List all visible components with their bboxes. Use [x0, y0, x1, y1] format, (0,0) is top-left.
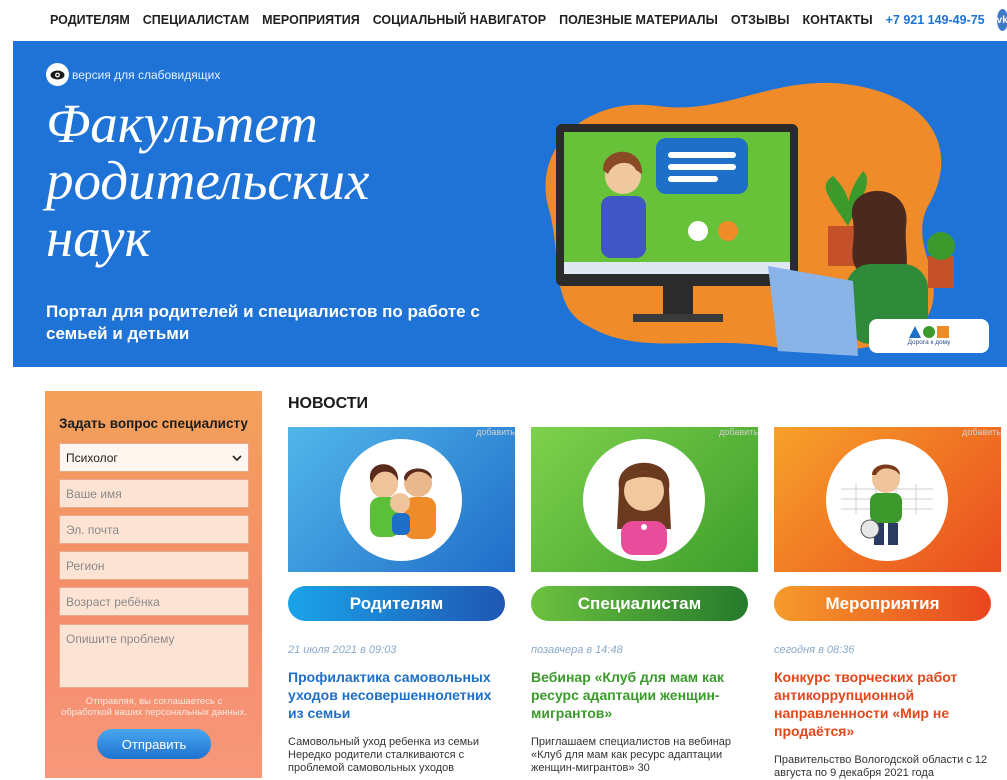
- specialist-select-value: Психолог: [66, 450, 118, 465]
- specialist-select[interactable]: Психолог: [59, 443, 249, 472]
- doroga-k-domu-badge[interactable]: Дорога к дому: [869, 319, 989, 353]
- chevron-down-icon: [232, 454, 242, 461]
- card-date: сегодня в 08:36: [774, 644, 855, 656]
- square-icon: [937, 326, 949, 338]
- nav-events[interactable]: МЕРОПРИЯТИЯ: [262, 13, 360, 27]
- problem-textarea[interactable]: Опишите проблему: [59, 624, 249, 688]
- email-input[interactable]: Эл. почта: [59, 515, 249, 544]
- eye-icon: [46, 63, 69, 86]
- card-excerpt: Правительство Вологодской области с 12 а…: [774, 754, 988, 779]
- nav-reviews[interactable]: ОТЗЫВЫ: [731, 13, 790, 27]
- hero-subtitle: Портал для родителей и специалистов по р…: [46, 302, 480, 343]
- card-image-specialists[interactable]: добавить: [531, 427, 758, 572]
- vk-icon[interactable]: vk: [996, 9, 1007, 31]
- consent-text: Отправляя, вы соглашаетесь с обработкой …: [60, 696, 248, 718]
- name-input[interactable]: Ваше имя: [59, 479, 249, 508]
- low-vision-label: версия для слабовидящих: [72, 67, 221, 82]
- news-heading: НОВОСТИ: [288, 395, 369, 412]
- form-title: Задать вопрос специалисту: [59, 416, 248, 431]
- card-title[interactable]: Конкурс творческих работ антикоррупционн…: [774, 668, 991, 740]
- child-age-input[interactable]: Возраст ребёнка: [59, 587, 249, 616]
- card-title[interactable]: Вебинар «Клуб для мам как ресурс адаптац…: [531, 668, 748, 722]
- card-excerpt: Самовольный уход ребенка из семьи Нередк…: [288, 736, 480, 774]
- nav-social-navigator[interactable]: СОЦИАЛЬНЫЙ НАВИГАТОР: [373, 13, 546, 27]
- nav-specialists[interactable]: СПЕЦИАЛИСТАМ: [143, 13, 249, 27]
- nav-parents[interactable]: РОДИТЕЛЯМ: [50, 13, 130, 27]
- triangle-icon: [909, 326, 921, 338]
- category-pill-parents[interactable]: Родителям: [288, 586, 505, 621]
- region-input[interactable]: Регион: [59, 551, 249, 580]
- ask-specialist-form: Задать вопрос специалисту Психолог Ваше …: [45, 391, 262, 778]
- hero-title: Факультет родительских наук: [46, 93, 370, 268]
- badge-label: Дорога к дому: [907, 339, 951, 346]
- hero-banner: версия для слабовидящих Факультет родите…: [13, 41, 1007, 367]
- category-pill-events[interactable]: Мероприятия: [774, 586, 991, 621]
- nav-contacts[interactable]: КОНТАКТЫ: [803, 13, 873, 27]
- add-label[interactable]: добавить: [719, 427, 758, 437]
- low-vision-link[interactable]: версия для слабовидящих: [46, 63, 220, 86]
- flower-icon: [923, 326, 935, 338]
- card-excerpt: Приглашаем специалистов на вебинар «Клуб…: [531, 736, 732, 774]
- top-navigation: РОДИТЕЛЯМ СПЕЦИАЛИСТАМ МЕРОПРИЯТИЯ СОЦИА…: [0, 0, 1007, 40]
- card-image-events[interactable]: добавить: [774, 427, 1001, 572]
- nav-useful-materials[interactable]: ПОЛЕЗНЫЕ МАТЕРИАЛЫ: [559, 13, 718, 27]
- family-illustration: [340, 439, 462, 561]
- card-image-parents[interactable]: добавить: [288, 427, 515, 572]
- add-label[interactable]: добавить: [476, 427, 515, 437]
- phone-link[interactable]: +7 921 149-49-75: [886, 13, 985, 27]
- add-label[interactable]: добавить: [962, 427, 1001, 437]
- category-pill-specialists[interactable]: Специалистам: [531, 586, 748, 621]
- card-date: 21 июля 2021 в 09:03: [288, 644, 397, 656]
- submit-button[interactable]: Отправить: [97, 729, 211, 759]
- specialist-illustration: [583, 439, 705, 561]
- card-date: позавчера в 14:48: [531, 644, 623, 656]
- event-illustration: [826, 439, 948, 561]
- card-title[interactable]: Профилактика самовольных уходов несоверш…: [288, 668, 505, 722]
